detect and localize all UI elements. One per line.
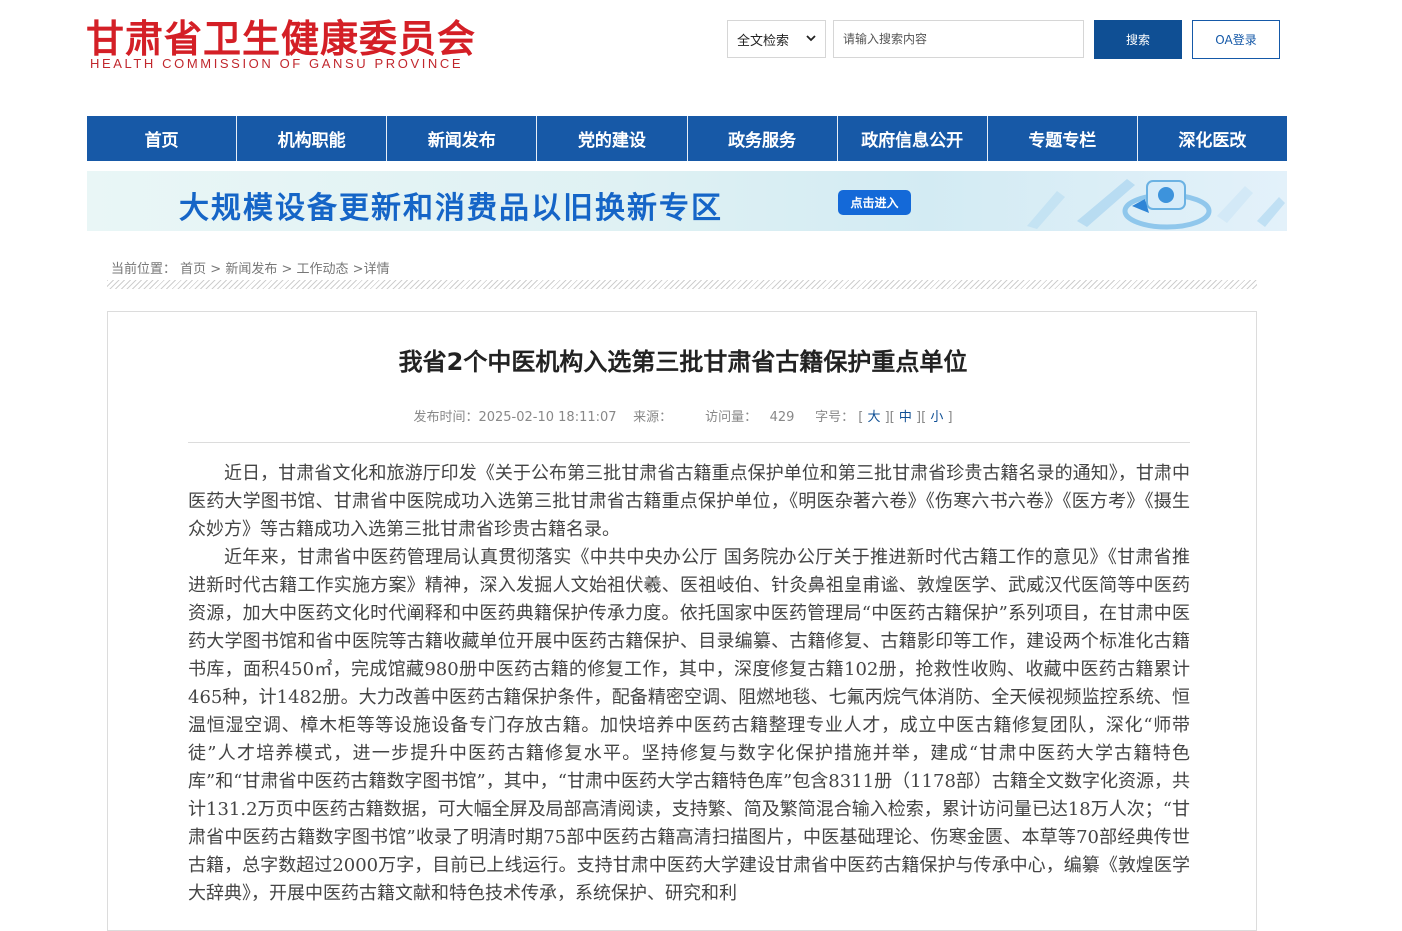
breadcrumb-news[interactable]: 新闻发布 bbox=[225, 262, 277, 277]
meta-time: 2025-02-10 18:11:07 bbox=[478, 410, 617, 425]
nav-item-info-disclosure[interactable]: 政府信息公开 bbox=[838, 116, 988, 161]
meta-source-label: 来源： bbox=[633, 410, 673, 425]
nav-item-home[interactable]: 首页 bbox=[87, 116, 238, 161]
search-button[interactable]: 搜索 bbox=[1094, 20, 1182, 59]
article-meta: 发布时间：2025-02-10 18:11:07 来源： 访问量： 429 字号… bbox=[413, 410, 953, 425]
breadcrumb-separator: > bbox=[206, 262, 226, 277]
breadcrumb-work[interactable]: 工作动态 bbox=[297, 262, 349, 277]
main-nav: 首页 机构职能 新闻发布 党的建设 政务服务 政府信息公开 专题专栏 深化医改 bbox=[87, 116, 1287, 161]
meta-visits: 429 bbox=[769, 410, 795, 425]
hatched-divider bbox=[107, 280, 1257, 289]
site-header: 甘肃省卫生健康委员会 HEALTH COMMISSION OF GANSU PR… bbox=[0, 0, 1402, 116]
meta-font-label: 字号： bbox=[815, 410, 855, 425]
nav-item-party[interactable]: 党的建设 bbox=[537, 116, 688, 161]
meta-divider bbox=[188, 442, 1190, 443]
nav-item-news[interactable]: 新闻发布 bbox=[387, 116, 538, 161]
nav-item-organization[interactable]: 机构职能 bbox=[237, 116, 388, 161]
content-area: 当前位置： 首页 > 新闻发布 > 工作动态 >详情 我省2个中医机构入选第三批… bbox=[87, 240, 1287, 931]
search-type-value: 全文检索 bbox=[737, 33, 790, 49]
article-body: 近日，甘肃省文化和旅游厅印发《关于公布第三批甘肃省古籍重点保护单位和第三批甘肃省… bbox=[188, 460, 1190, 908]
banner-title: 大规模设备更新和消费品以旧换新专区 bbox=[179, 191, 723, 226]
article-panel: 我省2个中医机构入选第三批甘肃省古籍保护重点单位 发布时间：2025-02-10… bbox=[107, 311, 1257, 931]
breadcrumb-detail: 详情 bbox=[363, 262, 390, 277]
meta-visits-label: 访问量： bbox=[705, 410, 758, 425]
font-size-small[interactable]: 小 bbox=[930, 410, 943, 425]
font-size-medium[interactable]: 中 bbox=[899, 410, 912, 425]
article-title: 我省2个中医机构入选第三批甘肃省古籍保护重点单位 bbox=[398, 348, 968, 376]
oa-login-button[interactable]: OA登录 bbox=[1192, 20, 1280, 59]
article-paragraph: 近日，甘肃省文化和旅游厅印发《关于公布第三批甘肃省古籍重点保护单位和第三批甘肃省… bbox=[188, 463, 1190, 540]
promo-banner[interactable]: 大规模设备更新和消费品以旧换新专区 点击进入 bbox=[87, 171, 1287, 231]
device-update-illustration bbox=[1027, 179, 1285, 230]
nav-item-services[interactable]: 政务服务 bbox=[688, 116, 838, 161]
search-input[interactable] bbox=[833, 20, 1084, 58]
breadcrumb-separator: > bbox=[348, 262, 364, 277]
breadcrumb-label: 当前位置： bbox=[111, 262, 177, 277]
article-paragraph: 近年来，甘肃省中医药管理局认真贯彻落实《中共中央办公厅 国务院办公厅关于推进新时… bbox=[188, 547, 1190, 904]
nav-item-reform[interactable]: 深化医改 bbox=[1138, 116, 1287, 161]
site-logo-chinese[interactable]: 甘肃省卫生健康委员会 bbox=[86, 8, 476, 63]
chevron-down-icon bbox=[806, 35, 816, 42]
breadcrumb-home[interactable]: 首页 bbox=[180, 262, 206, 277]
meta-time-label: 发布时间： bbox=[413, 410, 479, 425]
search-type-select[interactable]: 全文检索 bbox=[727, 20, 826, 58]
font-size-large[interactable]: 大 bbox=[867, 410, 880, 425]
breadcrumb-separator: > bbox=[277, 262, 297, 277]
site-logo-english[interactable]: HEALTH COMMISSION OF GANSU PROVINCE bbox=[90, 56, 463, 71]
breadcrumb: 当前位置： 首页 > 新闻发布 > 工作动态 >详情 bbox=[111, 258, 390, 277]
nav-item-topics[interactable]: 专题专栏 bbox=[988, 116, 1138, 161]
banner-enter-button[interactable]: 点击进入 bbox=[838, 190, 911, 215]
